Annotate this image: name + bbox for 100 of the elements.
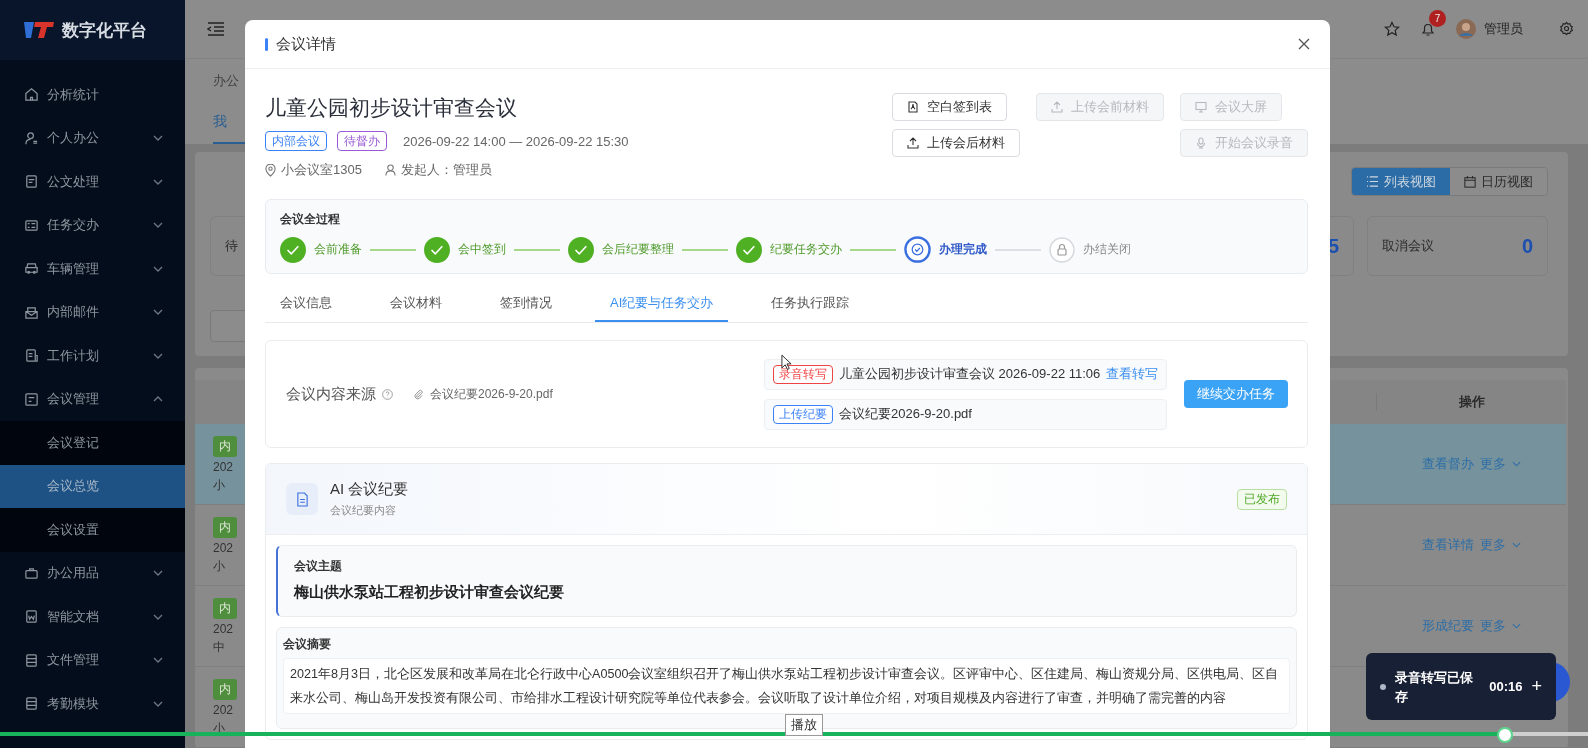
menu-item[interactable]: 个人办公 — [0, 116, 185, 160]
star-icon[interactable] — [1384, 20, 1400, 37]
person-icon — [24, 130, 39, 146]
type-tag: 内 — [213, 679, 237, 700]
word-file-icon — [24, 609, 39, 625]
settings-icon[interactable] — [1559, 21, 1574, 37]
chevron-down-icon — [1511, 461, 1521, 467]
list-icon — [1366, 176, 1379, 187]
pdf-file-icon — [907, 101, 919, 113]
minutes-subtitle: 会议纪要内容 — [330, 503, 397, 518]
menu-item[interactable]: 工作计划 — [0, 334, 185, 378]
menu-item[interactable]: 内部邮件 — [0, 290, 185, 334]
step-label: 会中签到 — [458, 241, 506, 258]
minutes-title: AI 会议纪要 — [330, 480, 409, 499]
step-label: 会前准备 — [314, 241, 362, 258]
document-icon — [286, 483, 318, 515]
meeting-date: 202 — [213, 460, 234, 474]
stat-label: 待 — [225, 237, 238, 255]
tab[interactable]: 签到情况 — [485, 286, 567, 322]
stat-value: 0 — [1521, 234, 1533, 258]
view-toggle-button[interactable]: 列表视图 — [1352, 168, 1450, 195]
dialog-title: 会议详情 — [276, 34, 336, 54]
clipboard-icon — [24, 348, 39, 364]
menu-item[interactable]: 公文处理 — [0, 160, 185, 204]
menu-item[interactable]: 智能文档 — [0, 595, 185, 639]
topic-label: 会议主题 — [294, 558, 343, 575]
check-circle-icon — [424, 236, 450, 263]
monitor-icon — [1195, 101, 1207, 113]
stat-label: 取消会议 — [1382, 237, 1434, 255]
play-tooltip: 播放 — [785, 714, 823, 736]
submenu-item[interactable]: 会议登记 — [0, 421, 185, 465]
type-tag: 内 — [213, 436, 237, 457]
step-label: 纪要任务交办 — [770, 241, 842, 258]
check-circle-icon — [736, 236, 762, 263]
meeting-room: 小 — [213, 558, 225, 575]
column-header: 操作 — [1376, 393, 1566, 411]
submenu-item[interactable]: 会议总览 — [0, 464, 185, 508]
menu-item[interactable]: 文件管理 — [0, 638, 185, 682]
tab[interactable]: 会议信息 — [265, 286, 347, 322]
status-tag: 内部会议 — [265, 131, 327, 151]
meeting-date: 202 — [213, 703, 234, 717]
meeting-room: 中 — [213, 639, 225, 656]
person-icon — [384, 164, 396, 176]
meeting-location: 小会议室1305 — [281, 161, 362, 179]
type-tag: 内 — [213, 517, 237, 538]
action-button[interactable]: 空白签到表 — [892, 93, 1007, 121]
meeting-time: 2026-09-22 14:00 — 2026-09-22 15:30 — [403, 133, 629, 149]
recording-time: 00:16 — [1489, 679, 1523, 694]
lock-icon — [1049, 236, 1075, 263]
chevron-down-icon — [1511, 542, 1521, 548]
topic-text: 梅山供水泵站工程初步设计审查会议纪要 — [294, 583, 565, 602]
status-tag: 待督办 — [337, 131, 387, 151]
menu-item[interactable]: 会议管理 — [0, 377, 185, 421]
menu-item[interactable]: 分析统计 — [0, 73, 185, 117]
car-icon — [24, 261, 39, 277]
calendar-icon — [1464, 175, 1476, 188]
meeting-date: 202 — [213, 541, 234, 555]
user-name[interactable]: 管理员 — [1484, 19, 1523, 38]
tab[interactable]: 会议材料 — [375, 286, 457, 322]
checklist-icon — [24, 217, 39, 233]
tab[interactable]: 任务执行跟踪 — [756, 286, 865, 322]
source-text: 会议纪要2026-9-20.pdf — [839, 405, 972, 423]
check-circle-icon — [568, 236, 594, 263]
app-title: 数字化平台 — [62, 19, 147, 42]
meeting-room-icon — [24, 391, 39, 407]
type-tag: 内 — [213, 598, 237, 619]
document-icon — [24, 174, 39, 190]
tab[interactable]: AI纪要与任务交办 — [595, 286, 729, 322]
meeting-title: 儿童公园初步设计审查会议 — [265, 95, 518, 121]
check-circle-icon — [280, 236, 306, 263]
meeting-date: 202 — [213, 622, 234, 636]
paperclip-icon — [413, 388, 424, 400]
organizer: 发起人：管理员 — [400, 161, 492, 179]
source-text: 儿童公园初步设计审查会议 2026-09-22 11:06 — [839, 365, 1101, 383]
logo-icon — [24, 20, 54, 40]
menu-item[interactable]: 任务交办 — [0, 203, 185, 247]
submenu-item[interactable]: 会议设置 — [0, 508, 185, 552]
menu-icon[interactable] — [207, 21, 225, 36]
house-icon — [24, 87, 39, 103]
abstract-text: 2021年8月3日，北仑区发展和改革局在北仑行政中心A0500会议室组织召开了梅山供水泵站工程初步设计审查会议。区评审中心、区住建局、梅山资规分局、区供电局、区自来水公司、梅山岛开发投资有限公司、市给排水工程设计研究院等单位代表参会。会议听取了设计单位介绍，对项目规模及内容进行了审查，并明确了需完善的内容 — [283, 658, 1290, 714]
add-button[interactable]: + — [1531, 676, 1542, 697]
menu-item[interactable]: 考勤模块 — [0, 682, 185, 726]
source-label: 会议内容来源 — [286, 384, 376, 404]
file-icon — [24, 652, 39, 668]
menu-item[interactable]: 办公用品 — [0, 551, 185, 595]
process-title: 会议全过程 — [280, 211, 341, 228]
inbox-icon — [24, 304, 39, 320]
notification-badge: 7 — [1429, 9, 1446, 27]
source-tag: 上传纪要 — [773, 404, 833, 424]
location-pin-icon — [265, 163, 276, 177]
file-icon — [24, 696, 39, 712]
check-circle-icon — [904, 236, 931, 263]
published-tag: 已发布 — [1237, 488, 1287, 510]
action-button[interactable]: 上传会后材料 — [892, 129, 1020, 157]
toast-message: 录音转写已保存 — [1395, 668, 1474, 706]
close-icon[interactable] — [1298, 38, 1310, 50]
menu-item[interactable]: 车辆管理 — [0, 247, 185, 291]
file-name[interactable]: 会议纪要2026-9-20.pdf — [430, 385, 553, 403]
step-label: 办理完成 — [939, 241, 987, 258]
step-label: 会后纪要整理 — [602, 241, 674, 258]
